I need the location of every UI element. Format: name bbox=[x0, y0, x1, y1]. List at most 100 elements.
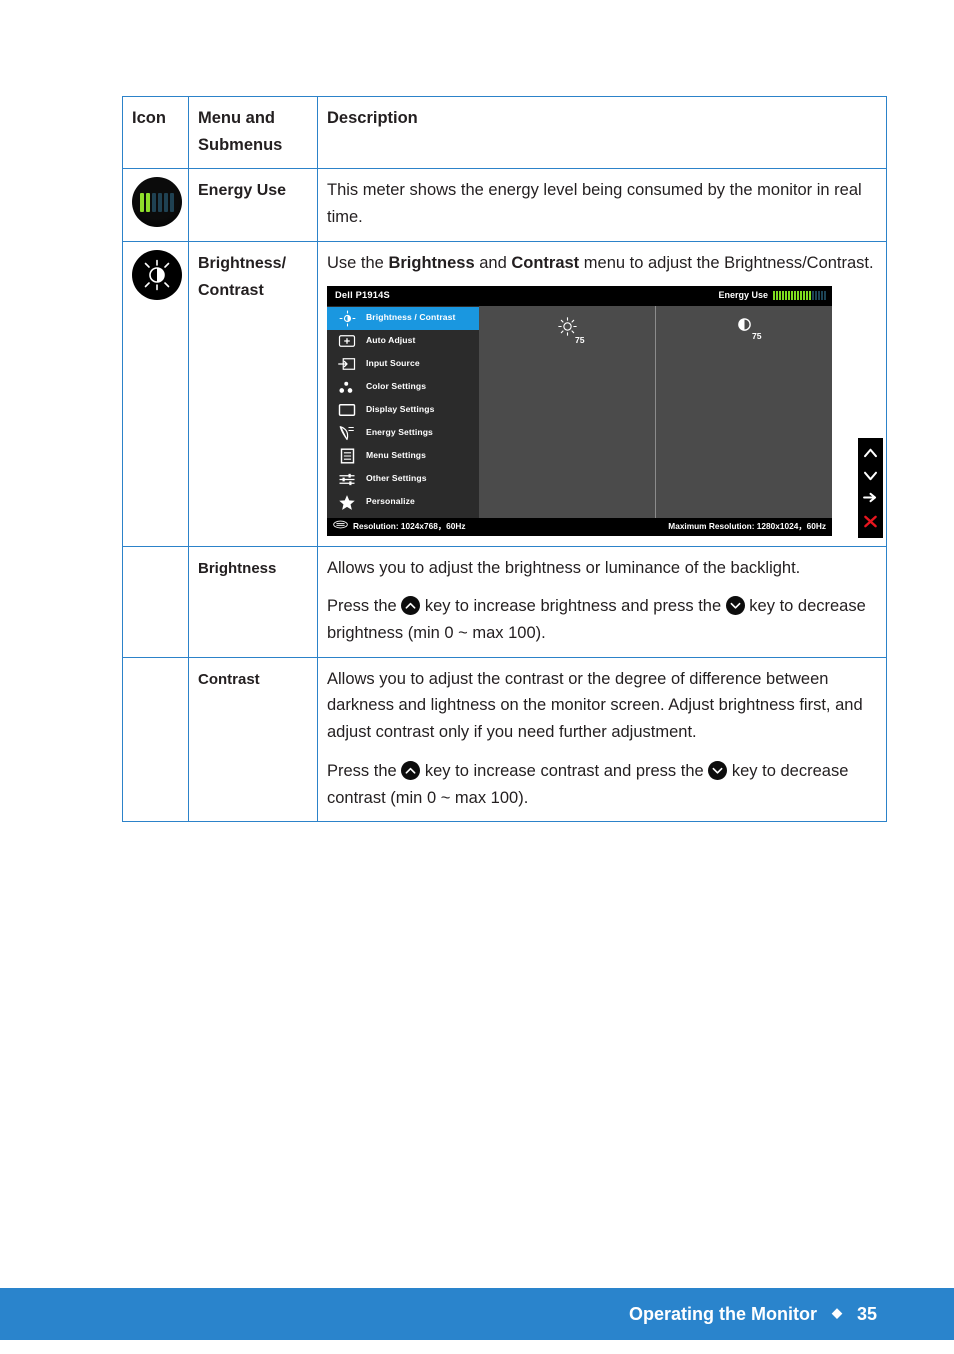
osd-menu-item-energy-settings[interactable]: Energy Settings bbox=[327, 422, 479, 445]
cell-menu-contrast: Contrast bbox=[188, 656, 318, 823]
osd-titlebar: Dell P1914S Energy Use bbox=[327, 285, 832, 306]
osd-side-key-bar bbox=[858, 437, 883, 538]
osd-energy-label: Energy Use bbox=[718, 290, 768, 301]
menu-label-contrast: Contrast bbox=[198, 281, 264, 299]
footer-page-number: 35 bbox=[856, 1303, 877, 1324]
osd-menu-item-display-settings[interactable]: Display Settings bbox=[327, 399, 479, 422]
header-menu-line1: Menu and bbox=[198, 109, 275, 127]
desc-contrast-p2: Press the key to increase contrast and p… bbox=[327, 757, 877, 811]
down-key-badge-icon bbox=[725, 596, 745, 616]
menu-settings-icon bbox=[337, 448, 357, 464]
desc-bold-brightness: Brightness bbox=[388, 253, 475, 272]
footer-content: Operating the Monitor ◆ 35 bbox=[629, 1288, 877, 1340]
osd-menu-item-auto-adjust[interactable]: Auto Adjust bbox=[327, 330, 479, 353]
osd-energy-meter: Energy Use bbox=[718, 288, 826, 303]
menu-label-brightness-sub: Brightness bbox=[198, 559, 277, 577]
cell-icon-energy-use bbox=[122, 168, 189, 242]
brightness-contrast-icon bbox=[132, 249, 182, 300]
menu-label-contrast-sub: Contrast bbox=[198, 670, 260, 688]
osd-menu-item-label: Other Settings bbox=[366, 473, 427, 484]
osd-menu-item-input-source[interactable]: Input Source bbox=[327, 353, 479, 376]
osd-statusbar: Resolution: 1024x768，60Hz Maximum Resolu… bbox=[327, 517, 832, 536]
osd-brightness-pane[interactable]: 75 bbox=[479, 306, 655, 518]
energy-settings-icon bbox=[337, 425, 357, 442]
brightness-value: 75 bbox=[575, 334, 585, 345]
desc-brightness-text-a: Press the bbox=[327, 597, 402, 616]
display-chip-icon bbox=[333, 520, 348, 533]
osd-menu-item-menu-settings[interactable]: Menu Settings bbox=[327, 445, 479, 468]
osd-adjust-panes: 75 75 bbox=[479, 305, 832, 518]
desc-energy-use: This meter shows the energy level being … bbox=[327, 181, 862, 227]
display-settings-icon bbox=[337, 403, 357, 417]
osd-menu-item-label: Display Settings bbox=[366, 404, 435, 415]
desc-brightness-contrast-intro: Use the Brightness and Contrast menu to … bbox=[327, 250, 877, 277]
osd-energy-bargraph bbox=[773, 291, 826, 301]
footer-title: Operating the Monitor bbox=[628, 1303, 817, 1324]
header-description: Description bbox=[317, 95, 887, 170]
input-source-icon bbox=[337, 357, 357, 371]
table-row-contrast: Contrast Allows you to adjust the contra… bbox=[122, 656, 887, 823]
desc-text-2: and bbox=[474, 253, 512, 272]
osd-menu-item-label: Brightness / Contrast bbox=[366, 312, 456, 323]
cell-desc-brightness: Allows you to adjust the brightness or l… bbox=[317, 545, 887, 658]
osd-menu-item-label: Auto Adjust bbox=[366, 335, 416, 346]
page-footer-bar: Operating the Monitor ◆ 35 bbox=[0, 1288, 954, 1340]
cell-desc-energy-use: This meter shows the energy level being … bbox=[317, 168, 887, 242]
up-chevron-icon[interactable] bbox=[863, 447, 878, 458]
auto-adjust-icon bbox=[337, 334, 357, 348]
contrast-halfcircle-icon bbox=[737, 317, 752, 337]
desc-brightness-text-b: key to increase brightness and press the bbox=[420, 597, 726, 616]
osd-contrast-pane[interactable]: 75 bbox=[655, 305, 832, 518]
desc-brightness-p2: Press the key to increase brightness and… bbox=[327, 592, 877, 646]
osd-menu-item-color-settings[interactable]: Color Settings bbox=[327, 376, 479, 399]
osd-window: Dell P1914S Energy Use Brightness / Cont… bbox=[327, 285, 832, 536]
color-settings-icon bbox=[337, 380, 357, 395]
cell-menu-brightness-contrast: Brightness/ Contrast bbox=[188, 240, 318, 547]
desc-text-3: menu to adjust the Brightness/Contrast. bbox=[579, 253, 874, 272]
osd-menu-item-label: Color Settings bbox=[366, 381, 427, 392]
brightness-contrast-icon bbox=[337, 310, 357, 327]
cell-menu-brightness: Brightness bbox=[188, 545, 318, 658]
cell-menu-energy-use: Energy Use bbox=[188, 168, 318, 242]
energy-use-icon bbox=[132, 177, 182, 228]
header-menu-and-submenus: Menu and Submenus bbox=[188, 95, 318, 170]
footer-diamond-icon: ◆ bbox=[831, 1305, 842, 1320]
cell-desc-brightness-contrast: Use the Brightness and Contrast menu to … bbox=[317, 240, 887, 547]
cell-desc-contrast: Allows you to adjust the contrast or the… bbox=[317, 656, 887, 823]
down-key-badge-icon bbox=[708, 760, 728, 780]
up-key-badge-icon bbox=[401, 596, 421, 616]
table-row-brightness-contrast: Brightness/ Contrast Use the Brightness … bbox=[122, 240, 887, 547]
up-key-badge-icon bbox=[401, 760, 421, 780]
close-x-icon[interactable] bbox=[863, 515, 878, 528]
osd-model-title: Dell P1914S bbox=[335, 290, 390, 301]
desc-contrast-text-a: Press the bbox=[327, 761, 402, 780]
desc-bold-contrast: Contrast bbox=[511, 253, 580, 272]
down-chevron-icon[interactable] bbox=[863, 470, 878, 481]
osd-menu-item-other-settings[interactable]: Other Settings bbox=[327, 468, 479, 491]
osd-resolution-text: Resolution: 1024x768，60Hz bbox=[353, 520, 466, 531]
osd-body: Brightness / Contrast Auto Adjust Input So… bbox=[327, 305, 832, 518]
brightness-sun-icon bbox=[557, 316, 577, 341]
cell-icon-contrast-empty bbox=[122, 656, 189, 823]
menu-label-brightness: Brightness/ bbox=[198, 254, 287, 272]
menu-label-energy-use: Energy Use bbox=[198, 182, 287, 200]
other-settings-icon bbox=[337, 472, 357, 487]
table-row-brightness: Brightness Allows you to adjust the brig… bbox=[122, 545, 887, 658]
osd-reference-table: Icon Menu and Submenus Description Energ… bbox=[122, 95, 887, 823]
osd-menu-item-label: Energy Settings bbox=[366, 427, 433, 438]
header-menu-line2: Submenus bbox=[198, 135, 283, 154]
osd-menu-list[interactable]: Brightness / Contrast Auto Adjust Input So… bbox=[327, 305, 479, 518]
osd-menu-item-personalize-star[interactable]: Personalize bbox=[327, 491, 479, 514]
personalize-star-icon bbox=[337, 494, 357, 511]
desc-brightness-p1: Allows you to adjust the brightness or l… bbox=[327, 558, 801, 577]
right-arrow-icon[interactable] bbox=[863, 492, 878, 503]
osd-max-resolution-text: Maximum Resolution: 1280x1024，60Hz bbox=[668, 520, 826, 531]
header-icon: Icon bbox=[122, 95, 189, 170]
cell-icon-brightness-contrast bbox=[122, 240, 189, 547]
desc-contrast-p1: Allows you to adjust the contrast or the… bbox=[327, 669, 863, 742]
osd-screenshot: Dell P1914S Energy Use Brightness / Cont… bbox=[327, 285, 883, 538]
contrast-value: 75 bbox=[752, 330, 762, 341]
osd-menu-item-label: Menu Settings bbox=[366, 450, 427, 461]
osd-menu-item-brightness-contrast[interactable]: Brightness / Contrast bbox=[327, 306, 479, 330]
cell-icon-brightness-empty bbox=[122, 545, 189, 658]
